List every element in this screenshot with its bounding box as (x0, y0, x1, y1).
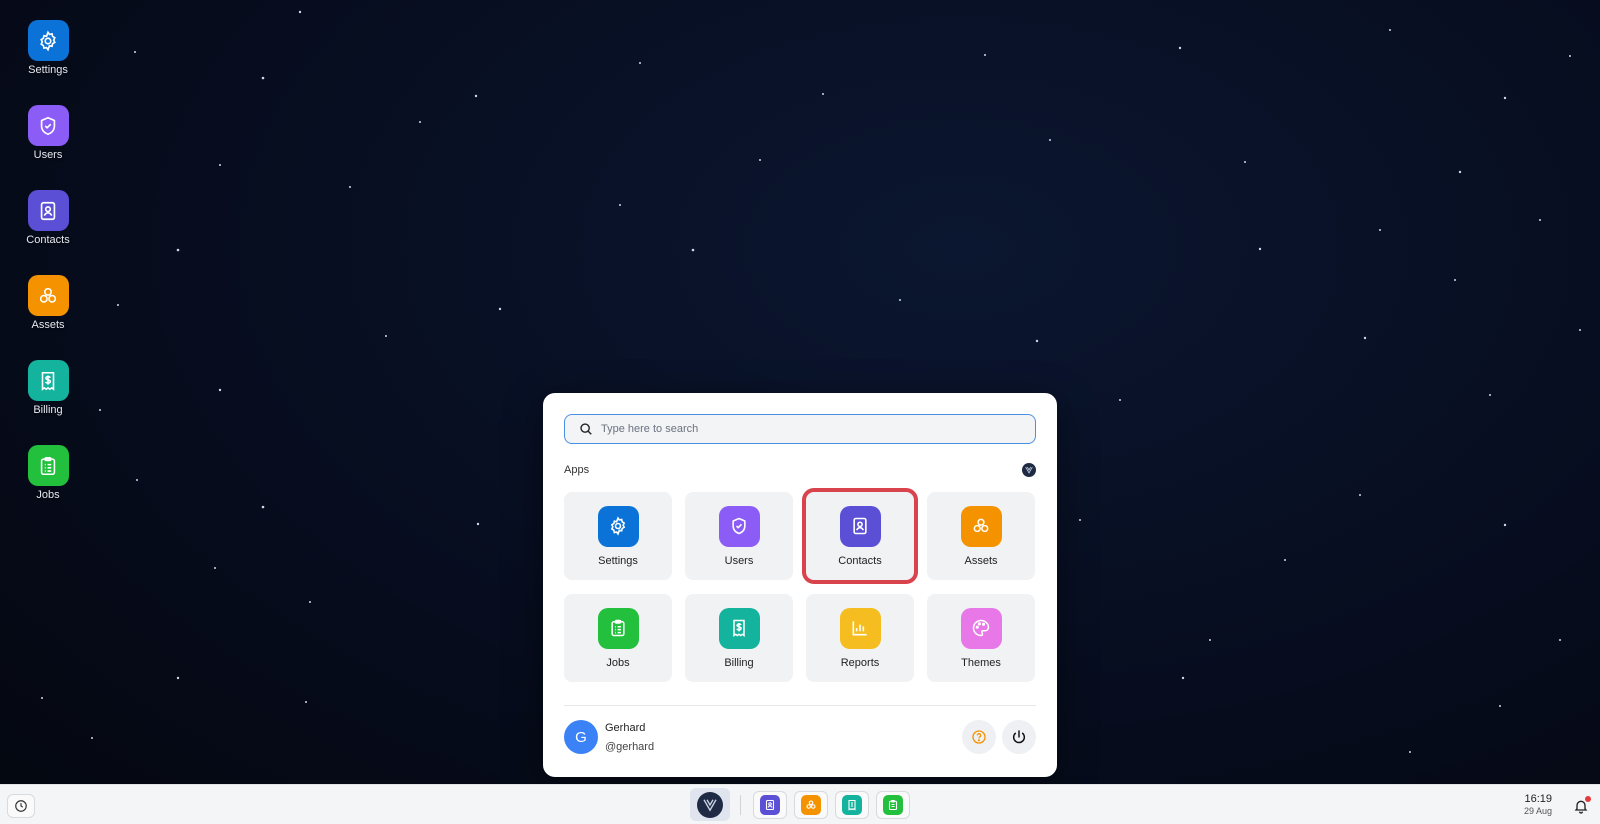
gear-icon (597, 505, 639, 547)
avatar: G (564, 720, 598, 754)
contact-book-icon (760, 795, 780, 815)
apps-header: Apps (564, 463, 1036, 477)
clipboard-icon (883, 795, 903, 815)
clock-date: 29 Aug (1523, 806, 1552, 816)
start-menu: Apps Settings Users Contacts (543, 393, 1057, 777)
contact-book-icon (27, 190, 69, 231)
cubes-icon (960, 505, 1002, 547)
clipboard-icon (597, 607, 639, 649)
taskbar-app-assets[interactable] (794, 791, 828, 819)
receipt-dollar-icon (27, 360, 69, 401)
cubes-icon (27, 275, 69, 316)
app-tile-jobs[interactable]: Jobs (564, 594, 672, 682)
desktop-item-users[interactable]: Users (14, 105, 82, 190)
app-tile-users[interactable]: Users (685, 492, 793, 580)
app-tile-label: Themes (961, 656, 1001, 669)
desktop-item-contacts[interactable]: Contacts (14, 190, 82, 275)
clock-time: 16:19 (1524, 793, 1552, 805)
taskbar-app-billing[interactable] (835, 791, 869, 819)
user-profile[interactable]: G Gerhard @gerhard (564, 720, 654, 754)
divider (564, 705, 1036, 706)
search-box[interactable] (564, 414, 1036, 444)
receipt-dollar-icon (842, 795, 862, 815)
taskbar-app-jobs[interactable] (876, 791, 910, 819)
logo-icon (697, 791, 723, 818)
app-tile-label: Users (724, 554, 754, 567)
desktop-item-label: Billing (33, 404, 63, 416)
shield-check-icon (27, 105, 69, 146)
search-input[interactable] (601, 423, 1021, 435)
user-info: Gerhard @gerhard (605, 722, 654, 753)
app-tile-contacts[interactable]: Contacts (802, 488, 918, 584)
search-icon (580, 423, 592, 435)
app-tile-label: Settings (598, 554, 638, 567)
shield-check-icon (718, 505, 760, 547)
taskbar: 16:19 29 Aug (0, 784, 1600, 824)
desktop-item-billing[interactable]: Billing (14, 360, 82, 445)
desktop-item-settings[interactable]: Settings (14, 20, 82, 105)
notifications-button[interactable] (1568, 793, 1594, 819)
app-tile-billing[interactable]: Billing (685, 594, 793, 682)
user-handle: @gerhard (605, 740, 655, 753)
apps-title: Apps (564, 464, 590, 476)
clock[interactable]: 16:19 29 Aug (1524, 793, 1552, 816)
bar-chart-icon (839, 607, 881, 649)
app-tile-label: Assets (964, 554, 998, 567)
desktop-item-label: Settings (28, 64, 68, 76)
app-tile-settings[interactable]: Settings (564, 492, 672, 580)
contact-book-icon (839, 505, 881, 547)
desktop-item-assets[interactable]: Assets (14, 275, 82, 360)
user-name: Gerhard (605, 721, 646, 734)
app-tile-label: Billing (724, 656, 754, 669)
clipboard-icon (27, 445, 69, 486)
power-icon (1012, 730, 1026, 744)
apps-grid: Settings Users Contacts Assets Jobs Bill… (564, 488, 1035, 682)
app-tile-reports[interactable]: Reports (806, 594, 914, 682)
help-button[interactable] (962, 720, 996, 754)
app-tile-label: Reports (840, 656, 880, 669)
app-tile-themes[interactable]: Themes (927, 594, 1035, 682)
taskbar-separator (740, 795, 741, 815)
logo-icon[interactable] (1022, 463, 1036, 477)
app-tile-label: Contacts (838, 554, 882, 567)
desktop-item-jobs[interactable]: Jobs (14, 445, 82, 530)
launcher-button[interactable] (690, 788, 730, 821)
taskbar-app-contacts[interactable] (753, 791, 787, 819)
clock-icon (15, 800, 27, 812)
app-tile-assets[interactable]: Assets (927, 492, 1035, 580)
desktop-item-label: Assets (31, 319, 65, 331)
receipt-dollar-icon (718, 607, 760, 649)
desktop-item-label: Contacts (26, 234, 70, 246)
notification-badge (1585, 796, 1591, 802)
desktop-item-label: Users (33, 149, 63, 161)
history-button[interactable] (7, 794, 35, 818)
gear-icon (27, 20, 69, 61)
help-circle-icon (972, 730, 986, 744)
cubes-icon (801, 795, 821, 815)
desktop-item-label: Jobs (36, 489, 60, 501)
desktop-shortcuts: Settings Users Contacts Assets Billing J… (14, 20, 82, 530)
app-tile-label: Jobs (606, 656, 630, 669)
palette-icon (960, 607, 1002, 649)
power-button[interactable] (1002, 720, 1036, 754)
